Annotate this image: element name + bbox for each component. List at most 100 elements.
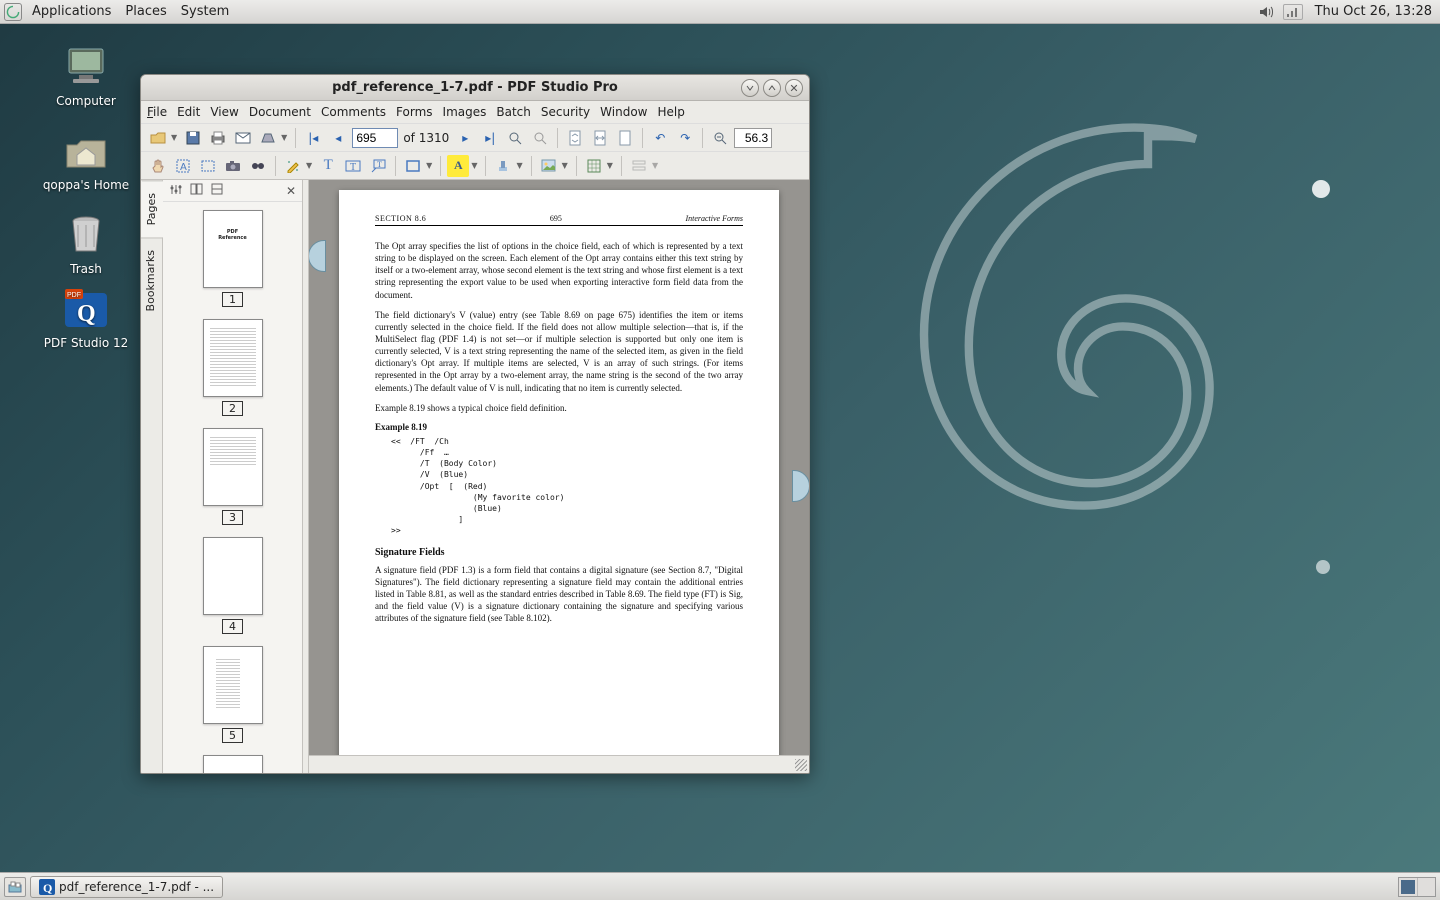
image-dropdown[interactable]: ▼ [562, 161, 568, 170]
scan-dropdown[interactable]: ▼ [281, 133, 287, 142]
menu-file[interactable]: File [147, 105, 167, 119]
pages-tab[interactable]: Pages [141, 180, 163, 237]
open-dropdown[interactable]: ▼ [171, 133, 177, 142]
zoom-input[interactable] [734, 128, 772, 148]
find-button[interactable] [247, 155, 269, 177]
highlight-button[interactable]: A [447, 155, 469, 177]
system-menu[interactable]: System [177, 2, 233, 21]
fit-width-button[interactable] [589, 127, 611, 149]
page-number-input[interactable] [352, 128, 398, 148]
stamp-dropdown[interactable]: ▼ [516, 161, 522, 170]
email-button[interactable] [232, 127, 254, 149]
thumbnail-1[interactable]: PDF Reference 1 [163, 210, 302, 307]
fit-height-button[interactable] [614, 127, 636, 149]
desktop-icon-home[interactable]: qoppa's Home [34, 128, 138, 192]
menu-security[interactable]: Security [541, 105, 590, 119]
close-button[interactable]: ✕ [785, 79, 803, 97]
camera-button[interactable] [222, 155, 244, 177]
text-annotation-button[interactable]: T [317, 155, 339, 177]
desktop-icon-label: PDF Studio 12 [44, 336, 129, 350]
minimize-button[interactable] [741, 79, 759, 97]
rectangle-button[interactable] [402, 155, 424, 177]
maximize-button[interactable] [763, 79, 781, 97]
window-title: pdf_reference_1-7.pdf - PDF Studio Pro [332, 80, 618, 95]
page-number-label: 695 [550, 214, 562, 223]
markup-dropdown[interactable]: ▼ [471, 161, 477, 170]
thumb-collapse-icon[interactable] [211, 183, 223, 198]
save-button[interactable] [182, 127, 204, 149]
window-titlebar[interactable]: pdf_reference_1-7.pdf - PDF Studio Pro ✕ [141, 75, 809, 101]
menu-comments[interactable]: Comments [321, 105, 386, 119]
zoom-out-button[interactable] [709, 127, 731, 149]
thumb-expand-icon[interactable] [190, 183, 203, 198]
scan-button[interactable] [257, 127, 279, 149]
body-paragraph: The Opt array specifies the list of opti… [375, 240, 743, 301]
last-page-button[interactable]: ▸| [479, 127, 501, 149]
edit-dropdown[interactable]: ▼ [306, 161, 312, 170]
next-page-button[interactable]: ▸ [454, 127, 476, 149]
menu-window[interactable]: Window [600, 105, 647, 119]
system-top-panel: Applications Places System Thu Oct 26, 1… [0, 0, 1440, 24]
document-view[interactable]: SECTION 8.6 695 Interactive Forms The Op… [309, 180, 809, 773]
desktop-icon-label: Computer [56, 94, 116, 108]
workspace-switcher[interactable] [1398, 877, 1436, 897]
stamp-button[interactable] [492, 155, 514, 177]
measure-dropdown[interactable]: ▼ [607, 161, 613, 170]
callout-button[interactable]: T [367, 155, 389, 177]
menu-forms[interactable]: Forms [396, 105, 432, 119]
show-desktop-button[interactable] [4, 877, 26, 897]
clock[interactable]: Thu Oct 26, 13:28 [1311, 2, 1436, 21]
form-dropdown[interactable]: ▼ [652, 161, 658, 170]
body-paragraph: The field dictionary's V (value) entry (… [375, 309, 743, 394]
desktop-icon-computer[interactable]: Computer [34, 44, 138, 108]
shapes-dropdown[interactable]: ▼ [426, 161, 432, 170]
thumbnail-6[interactable] [163, 755, 302, 773]
taskbar-pdfstudio[interactable]: Q pdf_reference_1-7.pdf - ... [30, 876, 223, 898]
desktop-icon-label: qoppa's Home [43, 178, 129, 192]
thumbnail-5[interactable]: 5 [163, 646, 302, 743]
menu-batch[interactable]: Batch [496, 105, 531, 119]
menu-images[interactable]: Images [443, 105, 487, 119]
menu-help[interactable]: Help [657, 105, 684, 119]
form-button[interactable] [628, 155, 650, 177]
example-title: Example 8.19 [375, 422, 743, 432]
rotate-cw-button[interactable]: ↷ [674, 127, 696, 149]
thumbnail-2[interactable]: 2 [163, 319, 302, 416]
resize-grip[interactable] [795, 759, 807, 771]
thumb-options-icon[interactable] [169, 183, 182, 199]
close-panel-button[interactable]: ✕ [286, 184, 296, 198]
annotations-toolbar: A ▼ T T T ▼ A▼ ▼ ▼ ▼ ▼ [141, 151, 809, 179]
open-button[interactable] [147, 127, 169, 149]
bookmarks-tab[interactable]: Bookmarks [141, 237, 162, 323]
first-page-button[interactable]: |◂ [302, 127, 324, 149]
thumbnail-3[interactable]: 3 [163, 428, 302, 525]
volume-icon[interactable] [1259, 5, 1275, 19]
measure-button[interactable] [583, 155, 605, 177]
main-toolbar: ▼ ▼ |◂ ◂ of 1310 ▸ ▸| ↶ ↷ [141, 123, 809, 151]
select-text-button[interactable]: A [172, 155, 194, 177]
snapshot-button[interactable] [197, 155, 219, 177]
menu-view[interactable]: View [210, 105, 238, 119]
desktop-icon-pdfstudio[interactable]: PDFQ PDF Studio 12 [34, 286, 138, 350]
actual-size-button[interactable] [529, 127, 551, 149]
rotate-ccw-button[interactable]: ↶ [649, 127, 671, 149]
desktop-icon-trash[interactable]: Trash [34, 212, 138, 276]
network-icon[interactable] [1283, 4, 1303, 20]
menu-edit[interactable]: Edit [177, 105, 200, 119]
print-button[interactable] [207, 127, 229, 149]
thumbnail-4[interactable]: 4 [163, 537, 302, 634]
prev-view-button[interactable] [504, 127, 526, 149]
hand-tool-button[interactable] [147, 155, 169, 177]
subsection-heading: Signature Fields [375, 547, 743, 558]
edit-content-button[interactable] [282, 155, 304, 177]
textbox-button[interactable]: T [342, 155, 364, 177]
fit-page-button[interactable] [564, 127, 586, 149]
applications-menu[interactable]: Applications [28, 2, 115, 21]
menu-document[interactable]: Document [249, 105, 311, 119]
thumbnails-panel: ✕ PDF Reference 1 2 3 4 [163, 180, 303, 773]
image-button[interactable] [538, 155, 560, 177]
places-menu[interactable]: Places [121, 2, 170, 21]
prev-page-button[interactable]: ◂ [327, 127, 349, 149]
thumbnails-list[interactable]: PDF Reference 1 2 3 4 5 [163, 202, 302, 773]
main-menu-icon[interactable] [4, 3, 22, 21]
